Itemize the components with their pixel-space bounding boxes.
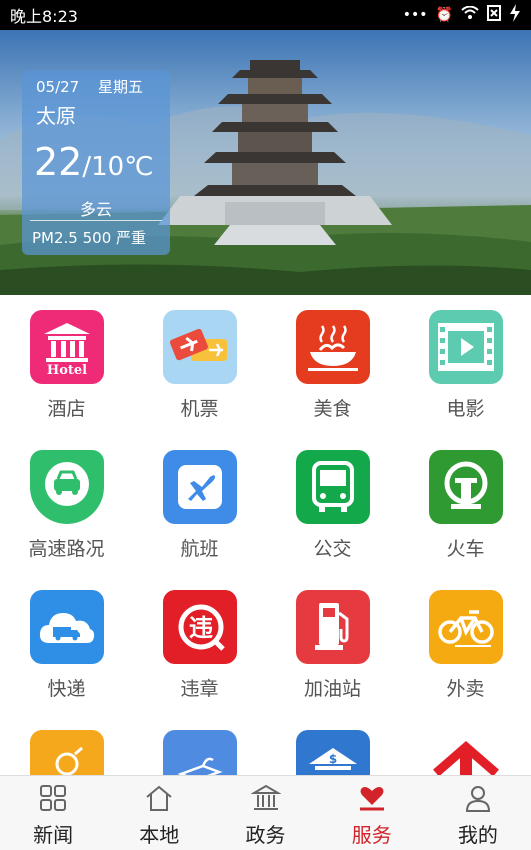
tab-profile[interactable]: 我的: [425, 776, 531, 850]
airplane-icon: [162, 450, 237, 524]
service-food[interactable]: 美食: [266, 295, 399, 435]
highway-icon: [29, 450, 104, 524]
train-icon: [428, 450, 503, 524]
food-icon: [295, 310, 370, 384]
charging-icon: [509, 4, 521, 26]
weather-date-row: 05/27 星期五: [36, 76, 143, 97]
takeout-icon: [428, 590, 503, 664]
status-bar: 晚上8:23 ••• ⏰: [0, 0, 531, 30]
service-label: 公交: [313, 538, 352, 560]
service-label: 酒店: [47, 398, 86, 420]
service-item-13[interactable]: [0, 715, 133, 775]
svg-text:$: $: [328, 752, 336, 766]
temp-low: /10℃: [82, 152, 154, 182]
service-label: 美食: [313, 398, 352, 420]
bottom-service-icon-4: [428, 730, 503, 775]
grid-icon: [40, 785, 67, 811]
bottom-tab-bar: 新闻 本地 政务 服务 我的: [0, 775, 531, 850]
service-violation[interactable]: 违 违章: [133, 575, 266, 715]
service-takeout[interactable]: 外卖: [399, 575, 531, 715]
weather-weekday: 星期五: [98, 78, 144, 96]
tab-label: 本地: [139, 823, 180, 847]
movie-icon: [428, 310, 503, 384]
tab-news[interactable]: 新闻: [0, 776, 106, 850]
tab-label: 我的: [457, 823, 498, 847]
service-label: 违章: [180, 678, 219, 700]
status-icons: ••• ⏰: [403, 4, 521, 26]
delivery-icon: [29, 590, 104, 664]
weather-condition: 多云: [79, 200, 112, 219]
service-label: 外卖: [446, 678, 485, 700]
user-icon: [465, 786, 490, 812]
service-bus[interactable]: 公交: [266, 435, 399, 575]
service-item-15[interactable]: $: [266, 715, 399, 775]
service-highway[interactable]: 高速路况: [0, 435, 133, 575]
tab-local[interactable]: 本地: [106, 776, 212, 850]
svg-text:Hotel: Hotel: [46, 363, 86, 374]
service-item-16[interactable]: [399, 715, 531, 775]
service-label: 快递: [47, 678, 86, 700]
hero-banner[interactable]: 05/27 星期五 太原 22 /10℃ 多云 PM2.5 500 严重: [0, 30, 531, 295]
hotel-icon: Hotel: [29, 310, 104, 384]
home-icon: [146, 785, 172, 811]
wifi-icon: [461, 5, 479, 24]
bottom-service-icon-3: $: [295, 730, 370, 775]
service-item-14[interactable]: [133, 715, 266, 775]
weather-divider: [30, 220, 162, 221]
weather-temperature: 22 /10℃: [34, 140, 153, 184]
service-label: 加油站: [303, 678, 361, 700]
tab-label: 政务: [245, 823, 286, 847]
service-grid: Hotel 酒店 机票 美食 电影 高速路况 航班 公交 火车 快递 违 违章 …: [0, 295, 531, 775]
more-dots-icon: •••: [402, 7, 428, 23]
weather-aqi: PM2.5 500 严重: [32, 229, 147, 247]
bus-icon: [295, 450, 370, 524]
heart-hand-icon: [359, 787, 384, 811]
weather-date: 05/27: [36, 78, 80, 96]
flight-ticket-icon: [162, 310, 237, 384]
sim-icon: [487, 5, 501, 25]
svg-text:违: 违: [189, 614, 213, 642]
service-label: 高速路况: [28, 538, 105, 560]
service-label: 机票: [180, 398, 219, 420]
tab-services[interactable]: 服务: [319, 776, 425, 850]
weather-card[interactable]: 05/27 星期五 太原 22 /10℃ 多云 PM2.5 500 严重: [22, 70, 170, 255]
temp-high: 22: [34, 140, 83, 184]
government-icon: [250, 784, 281, 810]
service-train[interactable]: 火车: [399, 435, 531, 575]
weather-city: 太原: [36, 104, 76, 128]
tab-label: 新闻: [33, 823, 74, 847]
alarm-off-icon: ⏰: [435, 7, 453, 23]
status-time: 晚上8:23: [10, 7, 78, 26]
tab-government[interactable]: 政务: [212, 776, 318, 850]
violation-icon: 违: [162, 590, 237, 664]
service-flight-status[interactable]: 航班: [133, 435, 266, 575]
bottom-service-icon-2: [162, 730, 237, 775]
service-label: 航班: [180, 538, 219, 560]
service-gas-station[interactable]: 加油站: [266, 575, 399, 715]
service-movie[interactable]: 电影: [399, 295, 531, 435]
gas-station-icon: [295, 590, 370, 664]
service-label: 电影: [446, 398, 485, 420]
service-flight-ticket[interactable]: 机票: [133, 295, 266, 435]
service-hotel[interactable]: Hotel 酒店: [0, 295, 133, 435]
bottom-service-icon-1: [29, 730, 104, 775]
service-label: 火车: [446, 538, 485, 560]
tab-label: 服务: [351, 823, 392, 847]
service-delivery[interactable]: 快递: [0, 575, 133, 715]
